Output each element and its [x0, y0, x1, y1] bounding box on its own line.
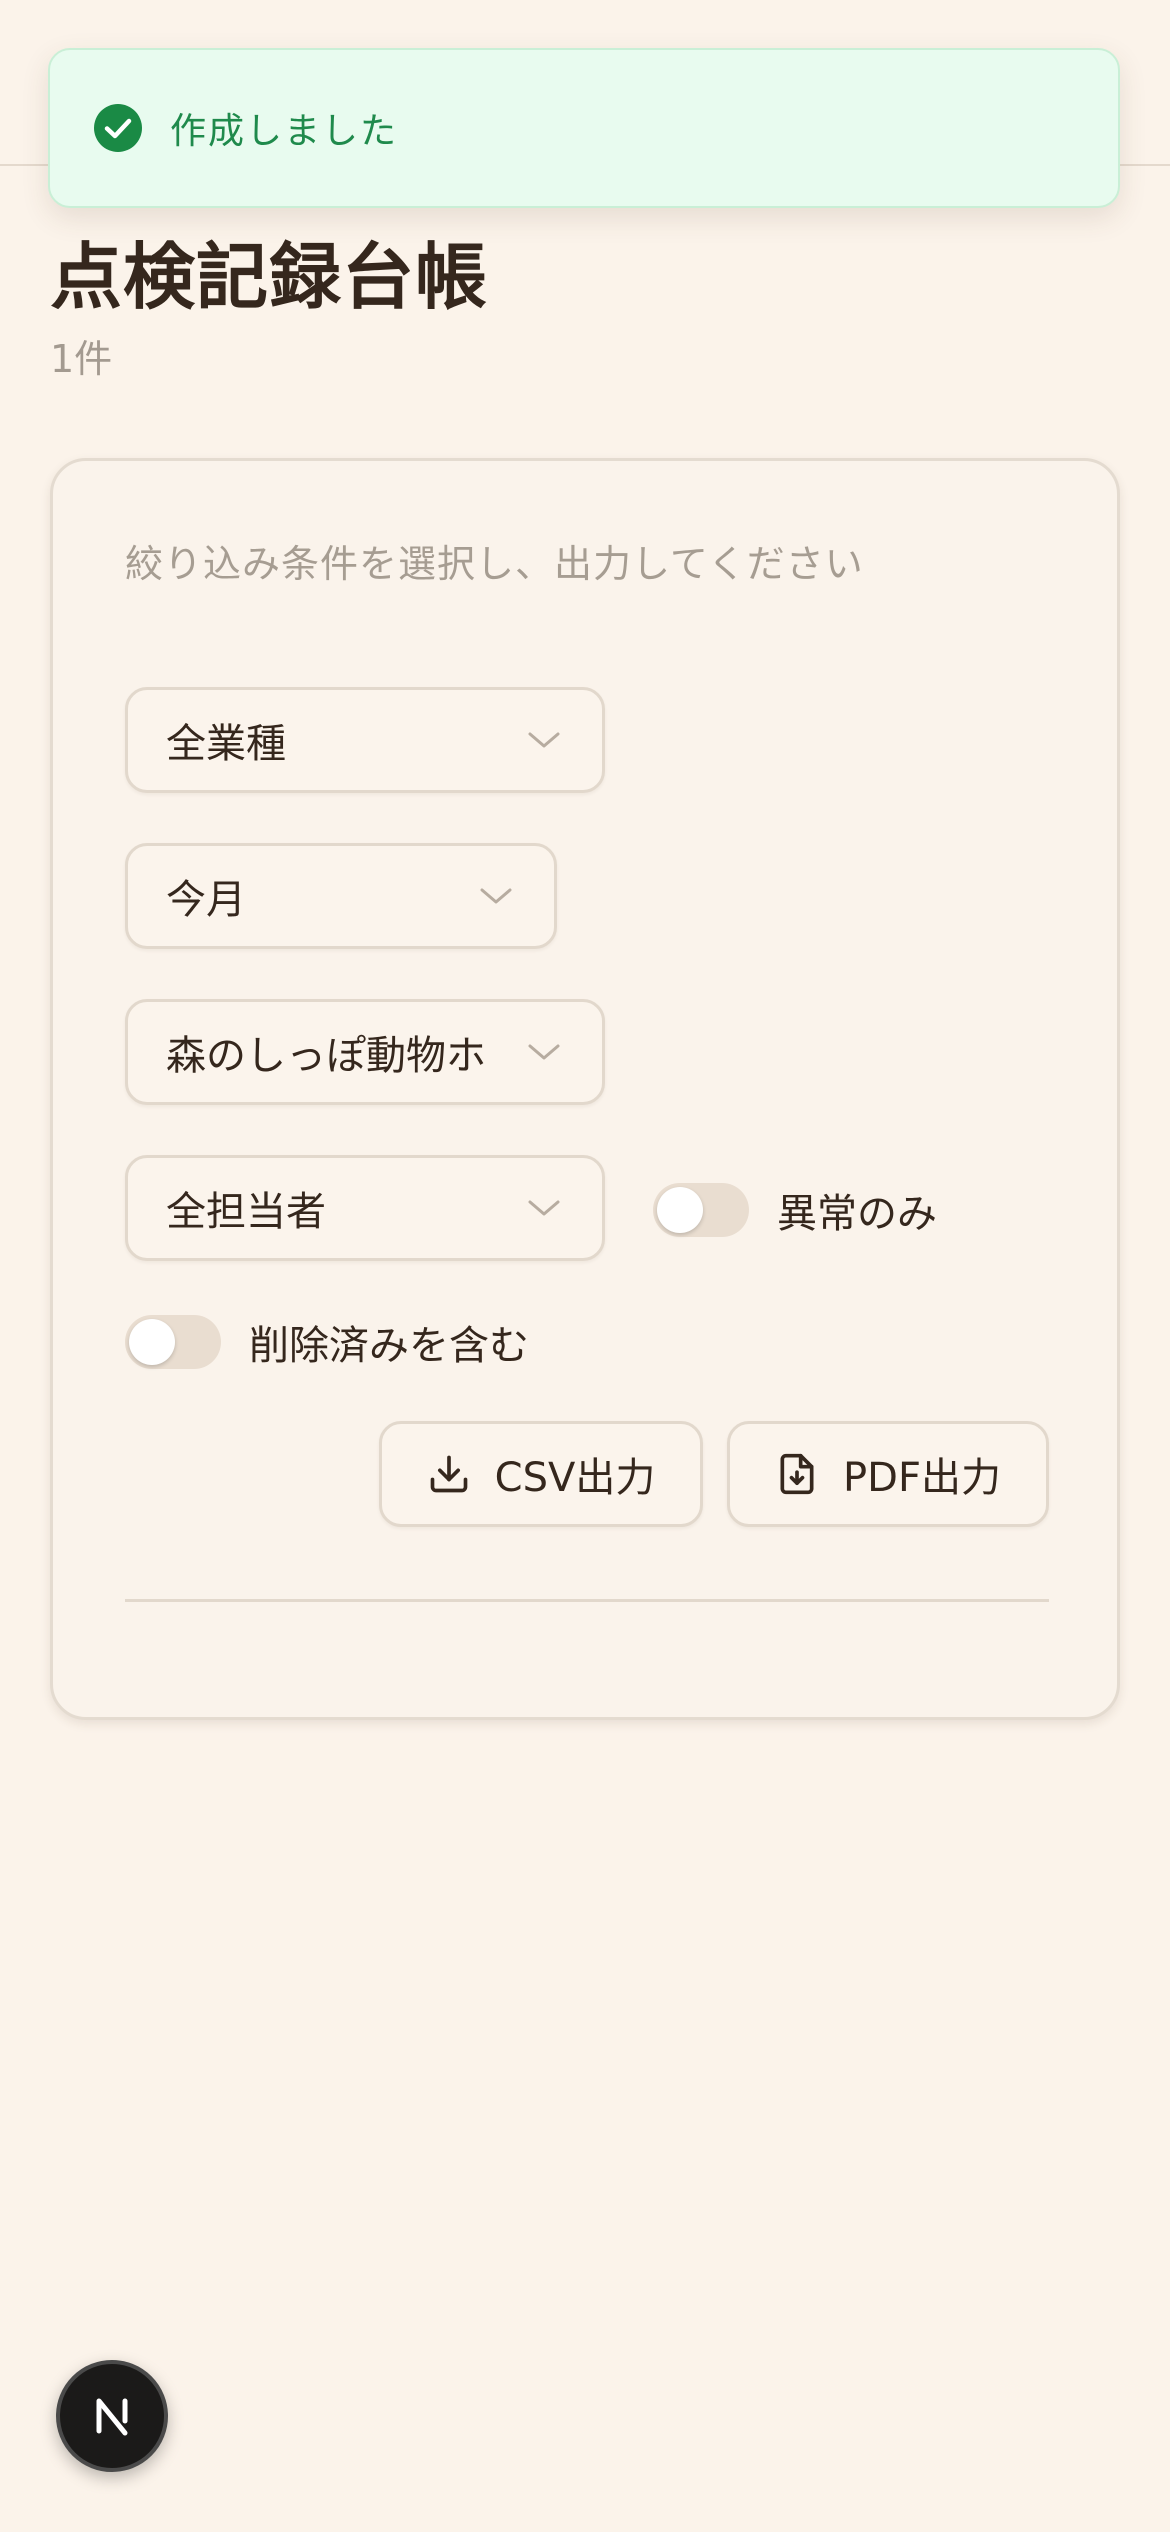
page-title: 点検記録台帳 — [50, 235, 489, 319]
period-select-value: 今月 — [166, 877, 246, 923]
abnormal-only-switch[interactable] — [653, 1183, 749, 1237]
chevron-down-icon — [526, 728, 562, 752]
file-download-icon — [775, 1452, 819, 1496]
nextjs-n-icon — [87, 2391, 137, 2441]
chevron-down-icon — [526, 1196, 562, 1220]
pdf-export-label: PDF出力 — [843, 1455, 1001, 1501]
success-toast: 作成しました — [48, 48, 1120, 208]
include-deleted-label: 削除済みを含む — [249, 1323, 529, 1369]
abnormal-only-toggle-row: 異常のみ — [653, 1181, 937, 1239]
download-icon — [427, 1452, 471, 1496]
staff-select-value: 全担当者 — [166, 1189, 326, 1235]
include-deleted-switch[interactable] — [125, 1315, 221, 1369]
switch-knob — [129, 1319, 175, 1365]
pdf-export-button[interactable]: PDF出力 — [727, 1421, 1049, 1527]
csv-export-label: CSV出力 — [494, 1455, 656, 1501]
nextjs-dev-badge[interactable] — [56, 2360, 168, 2472]
check-circle-icon — [94, 104, 142, 152]
card-divider — [125, 1599, 1049, 1602]
switch-knob — [657, 1187, 703, 1233]
include-deleted-toggle-row: 削除済みを含む — [125, 1313, 529, 1371]
toast-message: 作成しました — [170, 111, 399, 152]
staff-select[interactable]: 全担当者 — [125, 1155, 605, 1261]
filter-card: 絞り込み条件を選択し、出力してください 全業種 今月 森のしっぽ動物ホ 全担当者… — [50, 458, 1120, 1720]
facility-select[interactable]: 森のしっぽ動物ホ — [125, 999, 605, 1105]
abnormal-only-label: 異常のみ — [777, 1191, 937, 1237]
csv-export-button[interactable]: CSV出力 — [379, 1421, 703, 1527]
chevron-down-icon — [478, 884, 514, 908]
filter-instructions: 絞り込み条件を選択し、出力してください — [125, 542, 864, 586]
chevron-down-icon — [526, 1040, 562, 1064]
period-select[interactable]: 今月 — [125, 843, 557, 949]
facility-select-value: 森のしっぽ動物ホ — [166, 1033, 486, 1079]
industry-select-value: 全業種 — [166, 721, 286, 767]
industry-select[interactable]: 全業種 — [125, 687, 605, 793]
record-count: 1件 — [50, 337, 113, 381]
